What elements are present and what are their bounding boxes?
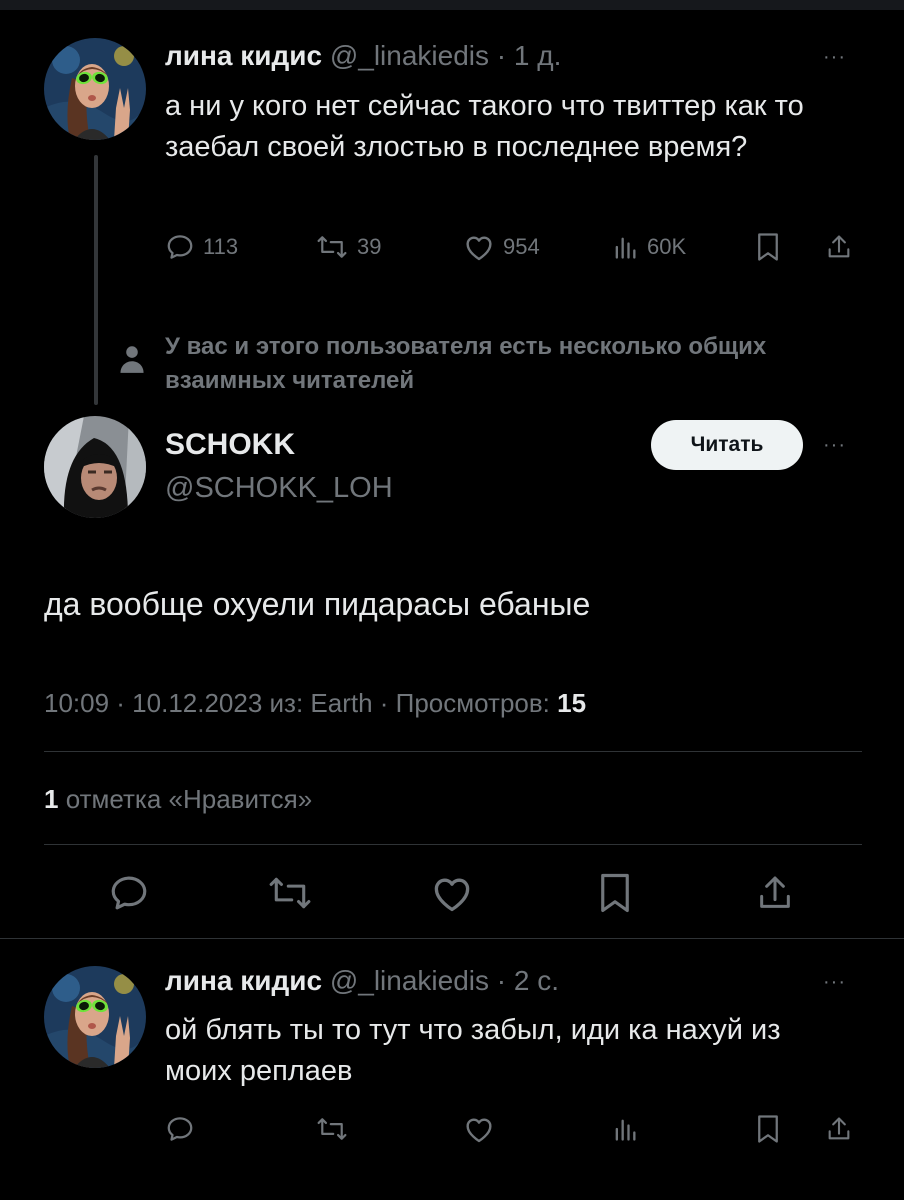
views-chart-icon bbox=[615, 1119, 636, 1141]
views-chart-icon bbox=[615, 237, 636, 259]
tweet1-reply-button[interactable]: 113 bbox=[165, 232, 238, 262]
bookmark-icon bbox=[758, 1115, 778, 1143]
divider bbox=[0, 938, 904, 939]
tweet1-bookmark-button[interactable] bbox=[755, 232, 781, 262]
reply-icon bbox=[111, 876, 147, 910]
tweet1-views-button[interactable]: 60K bbox=[611, 232, 686, 262]
tweet1-author-handle[interactable]: @_linakiedis bbox=[330, 40, 489, 71]
tweet1-retweet-count: 39 bbox=[357, 234, 382, 259]
tweet2-author-handle[interactable]: @_linakiedis bbox=[330, 965, 489, 996]
tweet1-author-name[interactable]: лина кидис bbox=[165, 40, 322, 71]
main-like-button[interactable] bbox=[430, 872, 474, 919]
tweet2-share-button[interactable] bbox=[825, 1114, 853, 1144]
tweet2-views-button[interactable] bbox=[611, 1114, 639, 1144]
tweet1-view-count: 60K bbox=[647, 234, 687, 259]
main-tweet-view-count: 15 bbox=[557, 688, 587, 718]
share-icon bbox=[828, 1117, 850, 1140]
main-bookmark-button[interactable] bbox=[597, 872, 633, 919]
bookmark-icon bbox=[758, 233, 778, 261]
mutual-followers-note: У вас и этого пользователя есть нескольк… bbox=[165, 333, 767, 394]
heart-icon bbox=[434, 878, 470, 912]
tweet2-timestamp[interactable]: · 2 с. bbox=[497, 965, 559, 996]
main-author-handle[interactable]: @SCHOKK_LOH bbox=[165, 472, 393, 505]
person-icon bbox=[118, 344, 146, 379]
tweet2-author-name[interactable]: лина кидис bbox=[165, 965, 322, 996]
retweet-icon bbox=[269, 877, 311, 909]
tweet1-more-button[interactable]: ··· bbox=[823, 46, 846, 69]
tweet2-bookmark-button[interactable] bbox=[755, 1114, 781, 1144]
main-likes-label: отметка «Нравится» bbox=[65, 784, 313, 814]
tweet2-header: лина кидис @_linakiedis · 2 с. bbox=[165, 965, 559, 997]
main-share-button[interactable] bbox=[755, 872, 795, 919]
main-likes-summary[interactable]: 1 отметка «Нравится» bbox=[44, 784, 312, 815]
tweet1-retweet-button[interactable]: 39 bbox=[315, 232, 381, 262]
tweet2-more-button[interactable]: ··· bbox=[823, 971, 846, 994]
main-reply-button[interactable] bbox=[108, 872, 150, 919]
tweet2-text: ой блять ты то тут что забыл, иди ка нах… bbox=[165, 1014, 781, 1087]
tweet2-reply-button[interactable] bbox=[165, 1114, 195, 1144]
tweet1-text: а ни у кого нет сейчас такого что твитте… bbox=[165, 90, 804, 163]
retweet-icon bbox=[317, 236, 347, 258]
status-bar-strip bbox=[0, 0, 904, 10]
tweet1-like-button[interactable]: 954 bbox=[463, 232, 540, 262]
heart-icon bbox=[466, 236, 492, 261]
tweet1-reply-count: 113 bbox=[203, 234, 239, 259]
tweet2-like-button[interactable] bbox=[463, 1114, 495, 1144]
main-author-name[interactable]: SCHOKK bbox=[165, 428, 295, 462]
follow-button[interactable]: Читать bbox=[651, 420, 803, 470]
share-icon bbox=[760, 876, 790, 908]
tweet1-like-count: 954 bbox=[503, 234, 540, 259]
share-icon bbox=[828, 235, 850, 258]
tweet1-share-button[interactable] bbox=[825, 232, 853, 262]
main-tweet-actions bbox=[0, 860, 904, 930]
thread-line bbox=[94, 155, 98, 405]
tweet1-actions: 113 39 954 60K bbox=[165, 230, 865, 270]
avatar-linakiedis[interactable] bbox=[44, 38, 146, 140]
main-tweet-timestamp[interactable]: 10:09 · 10.12.2023 из: Earth · Просмотро… bbox=[44, 688, 550, 718]
tweet1-timestamp[interactable]: · 1 д. bbox=[497, 40, 562, 71]
main-tweet-meta: 10:09 · 10.12.2023 из: Earth · Просмотро… bbox=[44, 688, 586, 719]
main-retweet-button[interactable] bbox=[266, 872, 314, 919]
heart-icon bbox=[466, 1118, 492, 1143]
main-more-button[interactable]: ··· bbox=[823, 434, 846, 457]
tweet2-retweet-button[interactable] bbox=[315, 1114, 349, 1144]
avatar-schokk[interactable] bbox=[44, 416, 146, 518]
main-likes-count: 1 bbox=[44, 784, 59, 814]
main-tweet-text: да вообще охуели пидарасы ебаные bbox=[44, 586, 591, 622]
bookmark-icon bbox=[601, 873, 629, 913]
divider bbox=[44, 844, 862, 845]
avatar-linakiedis[interactable] bbox=[44, 966, 146, 1068]
divider bbox=[44, 751, 862, 752]
tweet1-header: лина кидис @_linakiedis · 1 д. bbox=[165, 40, 561, 72]
retweet-icon bbox=[317, 1118, 347, 1140]
reply-icon bbox=[167, 1117, 193, 1141]
tweet2-actions bbox=[165, 1112, 865, 1152]
reply-icon bbox=[167, 235, 193, 259]
